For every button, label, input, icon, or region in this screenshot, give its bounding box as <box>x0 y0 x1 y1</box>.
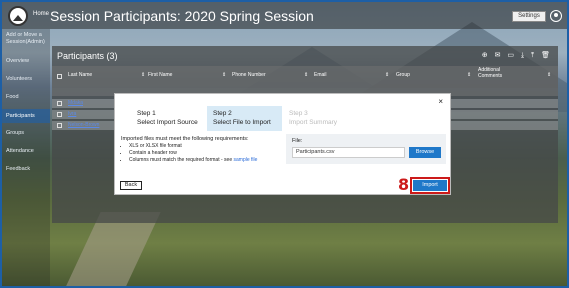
participant-name-link[interactable]: Nelson-Brown <box>68 122 99 128</box>
sidebar-item-participants[interactable]: Participants <box>2 109 50 123</box>
sidebar-item-add-move-session[interactable]: Add or Move a Session(Admin) <box>2 32 50 46</box>
requirement-item: Columns must match the required format -… <box>129 157 257 164</box>
column-header[interactable]: Additional Comments <box>478 67 518 79</box>
participant-name-link[interactable]: Mdaka <box>68 100 83 106</box>
close-icon[interactable]: × <box>438 97 443 106</box>
step-number: Step 2 <box>213 110 232 117</box>
file-picker: File: Participants.csv Browse <box>286 134 446 164</box>
requirements-title: Imported files must meet the following r… <box>121 136 249 142</box>
background-trail <box>63 212 161 286</box>
sort-icon[interactable]: ⇕ <box>467 72 471 78</box>
download-icon[interactable]: ⤓ <box>521 52 524 59</box>
column-header[interactable]: Group <box>396 72 410 78</box>
panel-toolbar: ⊕ ✉ ▭ ⤓ ⤒ 🗑 <box>477 51 550 60</box>
select-all-checkbox[interactable] <box>57 74 62 79</box>
sort-icon[interactable]: ⇕ <box>547 72 551 78</box>
step-label: Select File to Import <box>213 119 271 126</box>
sidebar-item-food[interactable]: Food <box>2 94 50 101</box>
sidebar-item-attendance[interactable]: Attendance <box>2 148 50 155</box>
sort-icon[interactable]: ⇕ <box>385 72 389 78</box>
sort-icon[interactable]: ⇕ <box>304 72 308 78</box>
top-bar: Home Session Participants: 2020 Spring S… <box>2 2 567 29</box>
requirement-item: Contain a header row <box>129 150 257 157</box>
step-label: Import Summary <box>289 119 338 126</box>
column-header[interactable]: First Name <box>148 72 172 78</box>
sidebar: Add or Move a Session(Admin) Overview Vo… <box>2 29 50 286</box>
step-2[interactable]: Step 2 Select File to Import <box>207 106 282 131</box>
sidebar-item-groups[interactable]: Groups <box>2 130 50 137</box>
home-link[interactable]: Home <box>33 11 49 17</box>
step-marker: 8 <box>398 175 410 194</box>
requirement-text: Columns must match the required format -… <box>129 157 233 163</box>
step-1[interactable]: Step 1 Select Import Source <box>131 106 206 131</box>
file-label: File: <box>292 138 303 144</box>
column-header[interactable]: Phone Number <box>232 72 266 78</box>
sidebar-item-volunteers[interactable]: Volunteers <box>2 76 50 83</box>
settings-button[interactable]: Settings <box>512 11 546 22</box>
logo-icon[interactable] <box>8 6 28 26</box>
user-circle-icon[interactable] <box>550 10 562 22</box>
upload-icon[interactable]: ⤒ <box>531 52 534 59</box>
row-checkbox[interactable] <box>57 112 62 117</box>
sample-file-link[interactable]: sample file <box>234 157 258 163</box>
delete-icon[interactable]: 🗑 <box>541 52 550 59</box>
sidebar-item-overview[interactable]: Overview <box>2 58 50 65</box>
browse-button[interactable]: Browse <box>409 147 441 158</box>
step-number: Step 1 <box>137 110 156 117</box>
panel-title: Participants (3) <box>57 51 118 61</box>
import-modal: × Step 1 Select Import Source Step 2 Sel… <box>114 93 451 195</box>
step-number: Step 3 <box>289 110 308 117</box>
row-checkbox[interactable] <box>57 123 62 128</box>
add-icon[interactable]: ⊕ <box>482 52 488 59</box>
requirement-item: XLS or XLSX file format <box>129 143 257 150</box>
column-header[interactable]: Email <box>314 72 327 78</box>
file-input[interactable]: Participants.csv <box>292 147 405 158</box>
column-header[interactable]: Last Name <box>68 72 92 78</box>
participant-name-link[interactable]: Ivra <box>68 111 76 117</box>
sort-icon[interactable]: ⇕ <box>141 72 145 78</box>
email-icon[interactable]: ✉ <box>495 52 501 59</box>
import-button[interactable]: Import <box>410 177 450 194</box>
step-3[interactable]: Step 3 Import Summary <box>283 106 358 131</box>
page-title: Session Participants: 2020 Spring Sessio… <box>50 8 314 24</box>
sidebar-item-feedback[interactable]: Feedback <box>2 166 50 173</box>
sort-icon[interactable]: ⇕ <box>222 72 226 78</box>
message-icon[interactable]: ▭ <box>507 52 514 59</box>
back-button[interactable]: Back <box>120 181 142 190</box>
step-label: Select Import Source <box>137 119 198 126</box>
table-header: Last Name ⇕ First Name ⇕ Phone Number ⇕ … <box>52 66 558 88</box>
row-checkbox[interactable] <box>57 101 62 106</box>
requirements-list: XLS or XLSX file format Contain a header… <box>129 143 257 164</box>
